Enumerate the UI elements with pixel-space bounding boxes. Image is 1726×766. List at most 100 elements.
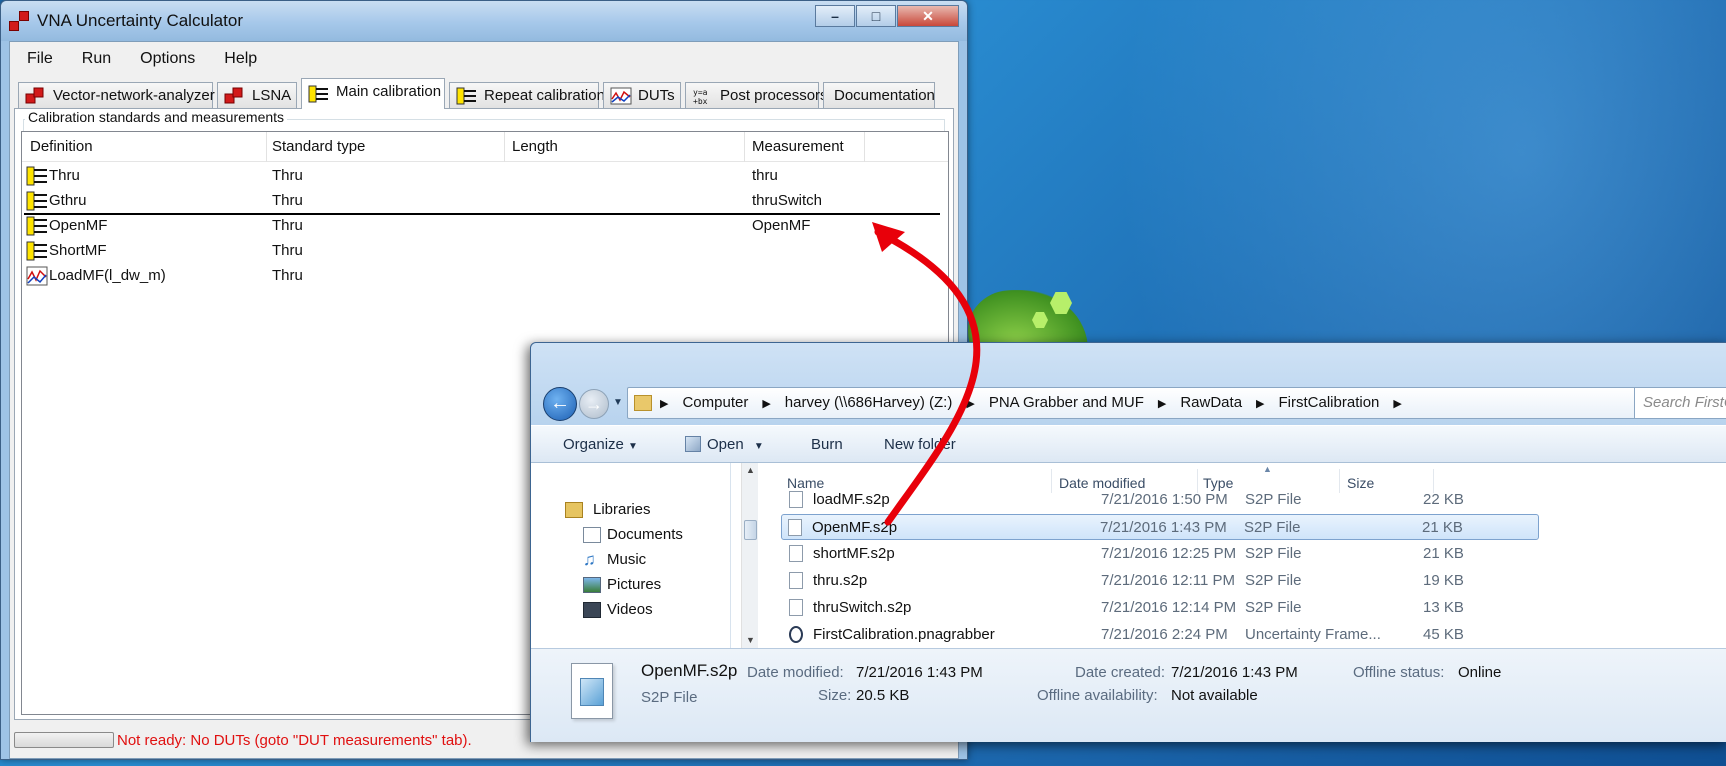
menu-help[interactable]: Help: [207, 50, 269, 68]
details-offline-status: Online: [1458, 664, 1502, 681]
nav-music[interactable]: Music: [607, 551, 646, 568]
burn-button[interactable]: Burn: [811, 436, 843, 453]
file-row[interactable]: FirstCalibration.pnagrabber 7/21/2016 2:…: [783, 622, 1539, 648]
row-standard-type: Thru: [272, 242, 303, 259]
menu-run[interactable]: Run: [65, 50, 123, 68]
navigation-scrollbar[interactable]: ▲ ▼: [741, 463, 758, 648]
pictures-icon: [583, 577, 601, 593]
close-button[interactable]: ✕: [897, 5, 959, 27]
file-explorer-window: ← → ▼ ▶ Computer ▶ harvey (\\686Harvey) …: [530, 342, 1726, 742]
scroll-up-icon[interactable]: ▲: [746, 465, 755, 475]
column-header-length[interactable]: Length: [512, 138, 558, 155]
file-row[interactable]: loadMF.s2p 7/21/2016 1:50 PM S2P File 22…: [783, 487, 1539, 513]
column-header-standard-type[interactable]: Standard type: [272, 138, 365, 155]
file-row[interactable]: thru.s2p 7/21/2016 12:11 PM S2P File 19 …: [783, 568, 1539, 594]
tab-duts[interactable]: DUTs: [603, 82, 681, 108]
tab-repeat-calibration[interactable]: Repeat calibration: [449, 82, 605, 108]
details-offline-availability: Not available: [1171, 687, 1258, 704]
details-date-modified: 7/21/2016 1:43 PM: [856, 664, 983, 681]
nav-pictures[interactable]: Pictures: [607, 576, 661, 593]
breadcrumb-rawdata[interactable]: RawData: [1180, 394, 1242, 414]
list-row[interactable]: Gthru Thru thruSwitch: [22, 189, 948, 214]
nav-libraries[interactable]: Libraries: [593, 501, 651, 518]
forward-button[interactable]: →: [579, 389, 609, 419]
maximize-button[interactable]: □: [856, 5, 896, 27]
column-header-measurement[interactable]: Measurement: [752, 138, 844, 155]
list-row[interactable]: Thru Thru thru: [22, 164, 948, 189]
breadcrumb-arrow-icon[interactable]: ▶: [762, 394, 770, 414]
list-row[interactable]: ShortMF Thru: [22, 239, 948, 264]
breadcrumb: ▶ Computer ▶ harvey (\\686Harvey) (Z:) ▶…: [660, 394, 1416, 414]
file-name: OpenMF.s2p: [812, 519, 898, 536]
tab-vector-network-analyzer[interactable]: Vector-network-analyzer: [18, 82, 215, 108]
details-file-kind: S2P File: [641, 689, 698, 706]
file-row-selected[interactable]: OpenMF.s2p 7/21/2016 1:43 PM S2P File 21…: [781, 514, 1539, 540]
breadcrumb-drive[interactable]: harvey (\\686Harvey) (Z:): [785, 394, 953, 414]
menu-file[interactable]: File: [10, 50, 65, 68]
breadcrumb-firstcalibration[interactable]: FirstCalibration: [1279, 394, 1380, 414]
tab-label: Documentation: [834, 87, 935, 104]
scroll-down-icon[interactable]: ▼: [746, 635, 755, 645]
file-name: loadMF.s2p: [813, 491, 890, 508]
breadcrumb-arrow-icon[interactable]: ▶: [1158, 394, 1166, 414]
address-bar[interactable]: ▶ Computer ▶ harvey (\\686Harvey) (Z:) ▶…: [627, 387, 1721, 419]
details-date-created: 7/21/2016 1:43 PM: [1171, 664, 1298, 681]
file-date: 7/21/2016 12:14 PM: [1101, 599, 1237, 616]
file-type: S2P File: [1245, 599, 1302, 616]
tab-strip: Vector-network-analyzer LSNA Main calibr…: [14, 78, 958, 109]
file-date: 7/21/2016 12:11 PM: [1101, 572, 1235, 589]
file-date: 7/21/2016 1:50 PM: [1101, 491, 1228, 508]
svg-text:+bx: +bx: [693, 97, 708, 105]
file-preview-icon: [571, 663, 613, 719]
row-standard-type: Thru: [272, 167, 303, 184]
breadcrumb-arrow-icon[interactable]: ▶: [660, 394, 668, 414]
list-row[interactable]: OpenMF Thru OpenMF: [22, 214, 948, 239]
breadcrumb-computer[interactable]: Computer: [682, 394, 748, 414]
row-definition: ShortMF: [49, 242, 107, 259]
calibration-icon: [26, 241, 47, 261]
file-row[interactable]: shortMF.s2p 7/21/2016 12:25 PM S2P File …: [783, 541, 1539, 567]
breadcrumb-arrow-icon[interactable]: ▶: [1393, 394, 1401, 414]
row-measurement: thruSwitch: [752, 192, 823, 209]
list-row[interactable]: LoadMF(l_dw_m) Thru: [22, 264, 948, 289]
file-row[interactable]: thruSwitch.s2p 7/21/2016 12:14 PM S2P Fi…: [783, 595, 1539, 621]
tab-lsna[interactable]: LSNA: [217, 82, 297, 108]
menu-options[interactable]: Options: [123, 50, 207, 68]
details-date-modified-label: Date modified:: [747, 664, 844, 681]
file-date: 7/21/2016 12:25 PM: [1101, 545, 1237, 562]
calibration-icon: [26, 191, 47, 211]
calibration-icon: [26, 216, 47, 236]
breadcrumb-arrow-icon[interactable]: ▶: [1256, 394, 1264, 414]
search-input[interactable]: Search FirstCalibration: [1634, 387, 1726, 419]
open-button[interactable]: Open ▼: [685, 436, 764, 453]
nav-documents[interactable]: Documents: [607, 526, 683, 543]
tab-label: Vector-network-analyzer: [53, 87, 215, 104]
new-folder-button[interactable]: New folder: [884, 436, 956, 453]
back-button[interactable]: ←: [543, 387, 577, 421]
column-header-definition[interactable]: Definition: [30, 138, 93, 155]
app-icon: [9, 11, 31, 33]
scrollbar-thumb[interactable]: [744, 520, 757, 540]
explorer-navigation-bar: ← → ▼ ▶ Computer ▶ harvey (\\686Harvey) …: [531, 343, 1726, 425]
recent-pages-dropdown[interactable]: ▼: [613, 397, 623, 408]
breadcrumb-arrow-icon[interactable]: ▶: [966, 394, 974, 414]
nav-videos[interactable]: Videos: [607, 601, 653, 618]
tab-label: LSNA: [252, 87, 292, 104]
details-date-created-label: Date created:: [1075, 664, 1166, 681]
details-size-label: Size:: [818, 687, 852, 704]
menu-bar: File Run Options Help: [10, 42, 958, 76]
minimize-button[interactable]: –: [815, 5, 855, 27]
file-size: 21 KB: [1423, 545, 1464, 562]
details-pane: OpenMF.s2p S2P File Date modified: 7/21/…: [531, 648, 1726, 742]
status-message: Not ready: No DUTs (goto "DUT measuremen…: [117, 732, 472, 749]
tab-main-calibration[interactable]: Main calibration: [301, 78, 445, 109]
organize-button[interactable]: Organize ▼: [563, 436, 638, 453]
file-icon: [789, 491, 803, 508]
videos-icon: [583, 602, 601, 618]
list-header: Definition Standard type Length Measurem…: [22, 132, 948, 162]
tab-post-processors[interactable]: y=a +bx Post processors: [685, 82, 828, 108]
title-bar[interactable]: VNA Uncertainty Calculator – □ ✕: [1, 1, 967, 41]
tab-documentation[interactable]: Documentation: [823, 82, 935, 108]
breadcrumb-pna-grabber[interactable]: PNA Grabber and MUF: [989, 394, 1144, 414]
post-processor-icon: y=a+bx: [693, 88, 708, 105]
